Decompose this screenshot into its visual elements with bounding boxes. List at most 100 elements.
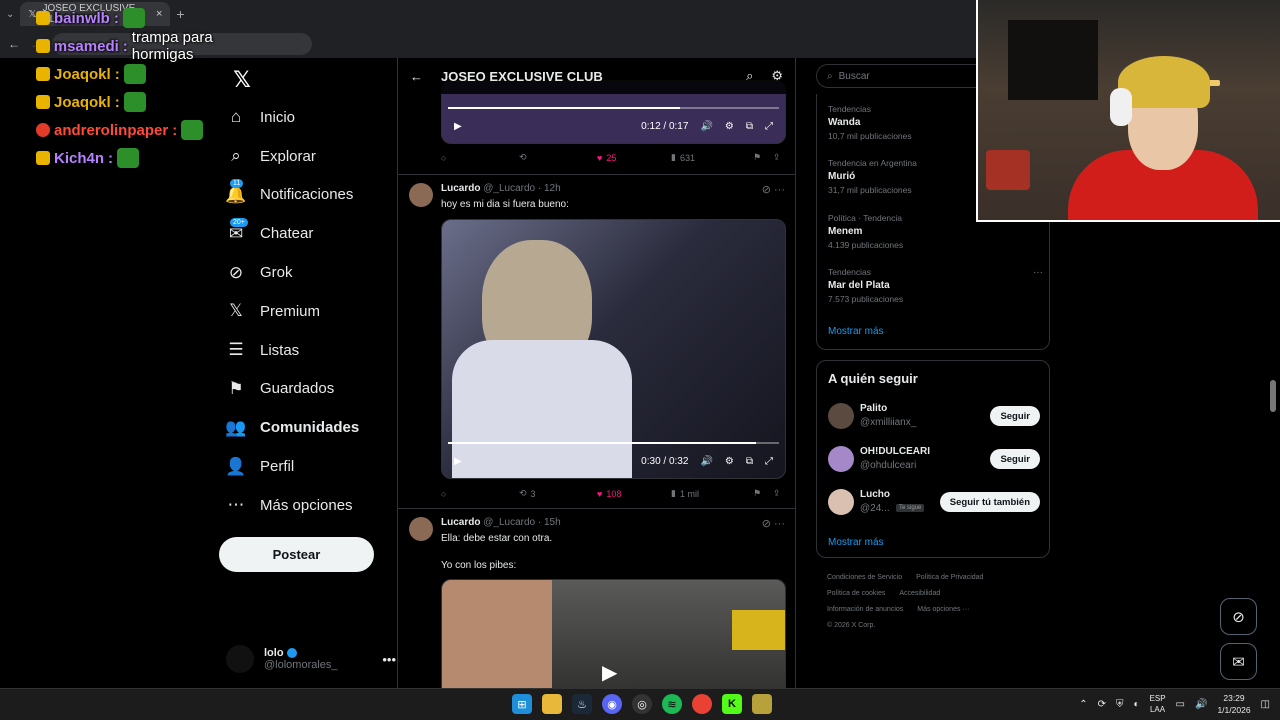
- tray-app-icon[interactable]: ◐: [1133, 699, 1139, 710]
- tweet-handle[interactable]: @_Lucardo: [483, 517, 535, 528]
- like-button[interactable]: ♥ 25: [597, 153, 671, 163]
- sidebar-item-m-s-opciones[interactable]: ⋯ Más opciones: [218, 486, 396, 525]
- kick-icon[interactable]: K: [722, 694, 742, 714]
- tweet-more-icon[interactable]: ⊘ ···: [762, 183, 785, 196]
- views-button[interactable]: ▮ 1 mil: [671, 488, 753, 499]
- tweet-more-icon[interactable]: ⊘ ···: [762, 517, 785, 530]
- messages-float-button[interactable]: ✉: [1220, 643, 1257, 680]
- tweet-time[interactable]: 15h: [544, 517, 561, 528]
- back-arrow-icon[interactable]: ←: [410, 69, 423, 84]
- sidebar-item-guardados[interactable]: ⚑ Guardados: [218, 370, 396, 409]
- pip-icon[interactable]: ⧉: [746, 121, 753, 132]
- language-indicator[interactable]: ESP LAA: [1150, 693, 1166, 715]
- bookmark-icon[interactable]: ⚑: [753, 152, 773, 163]
- follow-show-more-link[interactable]: Mostrar más: [828, 537, 884, 548]
- avatar[interactable]: [828, 403, 854, 429]
- account-switcher[interactable]: lolo @lolomorales_ •••: [226, 642, 396, 676]
- gear-icon[interactable]: ⚙: [725, 456, 734, 467]
- follow-suggestion[interactable]: Lucho @24... Te sigue Seguir tú también: [828, 487, 1040, 517]
- footer-link[interactable]: Información de anuncios: [827, 606, 903, 613]
- gear-icon[interactable]: ⚙: [725, 121, 734, 132]
- footer-link[interactable]: Política de Privacidad: [916, 574, 983, 581]
- suggested-user-name[interactable]: OH!DULCEARI: [860, 446, 930, 457]
- pip-icon[interactable]: ⧉: [746, 456, 753, 467]
- follow-button[interactable]: Seguir: [990, 449, 1040, 469]
- views-button[interactable]: ▮ 631: [671, 152, 753, 163]
- sync-icon[interactable]: ⟳: [1098, 699, 1106, 710]
- avatar[interactable]: [828, 489, 854, 515]
- chat-username[interactable]: andrerolinpaper: [54, 122, 168, 139]
- account-more-icon[interactable]: •••: [382, 652, 396, 667]
- search-icon[interactable]: ⌕: [746, 68, 753, 84]
- repost-button[interactable]: ⟲ 3: [519, 488, 597, 499]
- reply-icon[interactable]: ○: [441, 153, 519, 163]
- volume-icon[interactable]: 🔊: [1195, 699, 1207, 710]
- chat-username[interactable]: bainwlb: [54, 10, 110, 27]
- fullscreen-icon[interactable]: ⤢: [765, 456, 773, 467]
- security-icon[interactable]: ⛨: [1116, 699, 1124, 710]
- discord-icon[interactable]: ◉: [602, 694, 622, 714]
- sidebar-item-comunidades[interactable]: 👥 Comunidades: [218, 408, 396, 447]
- chat-username[interactable]: Joaqokl: [54, 94, 111, 111]
- trends-show-more-link[interactable]: Mostrar más: [828, 326, 884, 337]
- play-icon[interactable]: ▶: [602, 660, 617, 685]
- follow-suggestion[interactable]: Palito @xmilliianx_ Seguir: [828, 401, 1040, 431]
- page-scrollbar[interactable]: [1270, 380, 1276, 412]
- follow-button[interactable]: Seguir: [990, 406, 1040, 426]
- follow-button[interactable]: Seguir tú también: [939, 492, 1040, 512]
- gear-icon[interactable]: ⚙: [771, 68, 783, 84]
- grok-float-button[interactable]: ⊘: [1220, 598, 1257, 635]
- tweet[interactable]: Lucardo @_Lucardo · 12h ⊘ ··· hoy es mi …: [398, 174, 795, 508]
- volume-icon[interactable]: 🔊: [700, 456, 712, 467]
- bookmark-icon[interactable]: ⚑: [753, 488, 773, 499]
- tweet-author[interactable]: Lucardo: [441, 517, 480, 528]
- suggested-user-name[interactable]: Palito: [860, 403, 887, 414]
- post-button[interactable]: Postear: [219, 537, 374, 572]
- like-button[interactable]: ♥ 108: [597, 489, 671, 499]
- trend-more-icon[interactable]: ···: [1033, 267, 1043, 278]
- file-explorer-icon[interactable]: [542, 694, 562, 714]
- chrome-icon[interactable]: [692, 694, 712, 714]
- chat-username[interactable]: msamedi: [54, 38, 119, 55]
- obs-icon[interactable]: ◎: [632, 694, 652, 714]
- play-icon[interactable]: ▶: [454, 456, 462, 467]
- streamlabs-icon[interactable]: [752, 694, 772, 714]
- trend-item[interactable]: Tendencias Mar del Plata 7.573 publicacion…: [828, 267, 1043, 304]
- volume-icon[interactable]: 🔊: [700, 121, 712, 132]
- video-player[interactable]: ▶: [441, 579, 786, 688]
- back-arrow-icon[interactable]: ←: [8, 37, 20, 51]
- play-icon[interactable]: ▶: [454, 121, 462, 132]
- sidebar-item-notificaciones[interactable]: 🔔 11 Notificaciones: [218, 176, 396, 215]
- footer-link[interactable]: Política de cookies: [827, 590, 885, 597]
- tweet[interactable]: Lucardo @_Lucardo · 15h ⊘ ··· Ella: debe…: [398, 508, 795, 688]
- footer-link[interactable]: Accesibilidad: [899, 590, 940, 597]
- sidebar-item-premium[interactable]: 𝕏 Premium: [218, 292, 396, 331]
- sidebar-item-grok[interactable]: ⊘ Grok: [218, 253, 396, 292]
- windows-start-icon[interactable]: ⊞: [512, 694, 532, 714]
- sidebar-item-perfil[interactable]: 👤 Perfil: [218, 447, 396, 486]
- avatar[interactable]: [828, 446, 854, 472]
- chat-username[interactable]: Kich4n: [54, 150, 104, 167]
- chat-username[interactable]: Joaqokl: [54, 66, 111, 83]
- footer-link[interactable]: Más opciones ···: [917, 606, 969, 613]
- spotify-icon[interactable]: ≋: [662, 694, 682, 714]
- chevron-up-icon[interactable]: ⌃: [1079, 699, 1087, 710]
- steam-icon[interactable]: ♨: [572, 694, 592, 714]
- footer-link[interactable]: © 2026 X Corp.: [827, 622, 875, 629]
- fullscreen-icon[interactable]: ⤢: [765, 121, 773, 132]
- avatar[interactable]: [409, 517, 433, 541]
- avatar[interactable]: [409, 183, 433, 207]
- monitor-icon[interactable]: ▭: [1176, 699, 1185, 710]
- system-clock[interactable]: 23:29 1/1/2026: [1217, 692, 1250, 716]
- tweet-time[interactable]: 12h: [544, 183, 561, 194]
- reply-icon[interactable]: ○: [441, 489, 519, 499]
- notification-icon[interactable]: ◫: [1261, 699, 1270, 710]
- suggested-user-name[interactable]: Lucho: [860, 489, 890, 500]
- tweet-handle[interactable]: @_Lucardo: [483, 183, 535, 194]
- repost-icon[interactable]: ⟲: [519, 152, 597, 163]
- sidebar-item-chatear[interactable]: ✉ 20+ Chatear: [218, 214, 396, 253]
- sidebar-item-listas[interactable]: ☰ Listas: [218, 331, 396, 370]
- follow-suggestion[interactable]: OH!DULCEARI @ohdulceari Seguir: [828, 444, 1040, 474]
- share-icon[interactable]: ⇪: [773, 152, 781, 163]
- footer-link[interactable]: Condiciones de Servicio: [827, 574, 902, 581]
